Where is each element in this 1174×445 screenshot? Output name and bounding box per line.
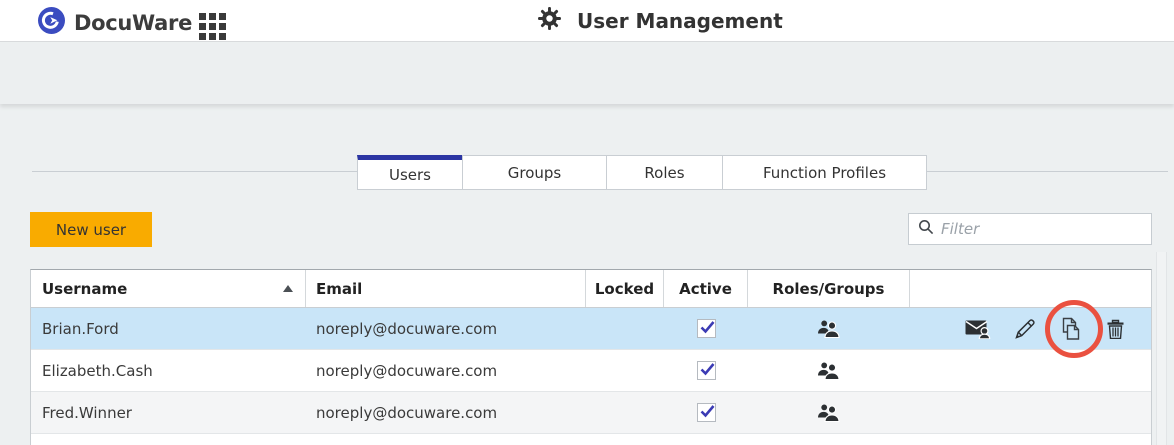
sort-ascending-icon bbox=[283, 285, 293, 292]
col-header-locked[interactable]: Locked bbox=[586, 270, 664, 307]
col-header-username[interactable]: Username bbox=[31, 270, 306, 307]
col-header-actions bbox=[910, 270, 1151, 307]
search-icon bbox=[918, 219, 934, 239]
username-cell: Brian.Ford bbox=[42, 319, 119, 338]
active-checkbox-checked[interactable] bbox=[696, 403, 716, 422]
actions-cell bbox=[910, 392, 1151, 433]
gear-icon bbox=[537, 6, 562, 35]
table-row[interactable]: Fred.Winner noreply@docuware.com bbox=[31, 392, 1151, 434]
locked-cell bbox=[586, 308, 664, 349]
username-cell: Fred.Winner bbox=[42, 403, 132, 422]
page-title: User Management bbox=[537, 0, 783, 41]
copy-icon[interactable] bbox=[1045, 299, 1103, 358]
col-header-email[interactable]: Email bbox=[306, 270, 586, 307]
locked-cell bbox=[586, 350, 664, 391]
tab-roles[interactable]: Roles bbox=[606, 155, 723, 190]
table-header-row: Username Email Locked Active Roles/Group… bbox=[31, 270, 1151, 308]
email-cell: noreply@docuware.com bbox=[316, 403, 498, 422]
delete-icon[interactable] bbox=[1106, 318, 1125, 339]
table-row[interactable]: Elizabeth.Cash noreply@docuware.com bbox=[31, 350, 1151, 392]
active-cell bbox=[664, 350, 748, 391]
top-bar: DocuWare User Management bbox=[0, 0, 1174, 42]
locked-cell bbox=[586, 392, 664, 433]
group-icon[interactable] bbox=[817, 403, 841, 422]
scrollbar-track[interactable] bbox=[1156, 252, 1167, 445]
tab-bar: Users Groups Roles Function Profiles bbox=[357, 155, 927, 190]
filter-input[interactable] bbox=[941, 220, 1142, 238]
col-header-active[interactable]: Active bbox=[664, 270, 748, 307]
new-user-button[interactable]: New user bbox=[30, 212, 152, 247]
roles-groups-cell bbox=[748, 350, 910, 391]
active-cell bbox=[664, 392, 748, 433]
roles-groups-cell bbox=[748, 392, 910, 433]
users-table: Username Email Locked Active Roles/Group… bbox=[30, 269, 1152, 445]
table-row[interactable]: Brian.Ford noreply@docuware.com bbox=[31, 299, 1151, 358]
group-icon[interactable] bbox=[817, 361, 841, 380]
brand-name: DocuWare bbox=[74, 10, 193, 35]
apps-grid-icon[interactable] bbox=[199, 13, 226, 40]
brand[interactable]: DocuWare bbox=[38, 7, 192, 38]
actions-cell bbox=[910, 299, 1151, 358]
filter-box bbox=[908, 213, 1152, 245]
active-cell bbox=[664, 308, 748, 349]
table-body: Brian.Ford noreply@docuware.com Elizabet… bbox=[31, 299, 1151, 434]
roles-groups-cell bbox=[748, 308, 910, 349]
tab-users[interactable]: Users bbox=[357, 155, 463, 190]
docuware-logo-icon bbox=[38, 7, 65, 38]
active-checkbox-checked[interactable] bbox=[696, 319, 716, 338]
content-area: Users Groups Roles Function Profiles New… bbox=[0, 104, 1174, 445]
actions-cell bbox=[910, 350, 1151, 391]
page-title-text: User Management bbox=[577, 8, 783, 33]
email-cell: noreply@docuware.com bbox=[316, 319, 498, 338]
col-header-roles-groups[interactable]: Roles/Groups bbox=[748, 270, 910, 307]
active-checkbox-checked[interactable] bbox=[696, 361, 716, 380]
group-icon[interactable] bbox=[817, 319, 841, 338]
col-header-username-label: Username bbox=[42, 279, 128, 298]
username-cell: Elizabeth.Cash bbox=[42, 361, 153, 380]
tab-function-profiles[interactable]: Function Profiles bbox=[722, 155, 927, 190]
user-management-page: DocuWare User Management Users Groups Ro… bbox=[0, 0, 1174, 445]
toolbar-band bbox=[0, 43, 1174, 104]
send-email-icon[interactable] bbox=[965, 319, 991, 339]
edit-icon[interactable] bbox=[1014, 318, 1036, 340]
email-cell: noreply@docuware.com bbox=[316, 361, 498, 380]
tab-groups[interactable]: Groups bbox=[462, 155, 607, 190]
